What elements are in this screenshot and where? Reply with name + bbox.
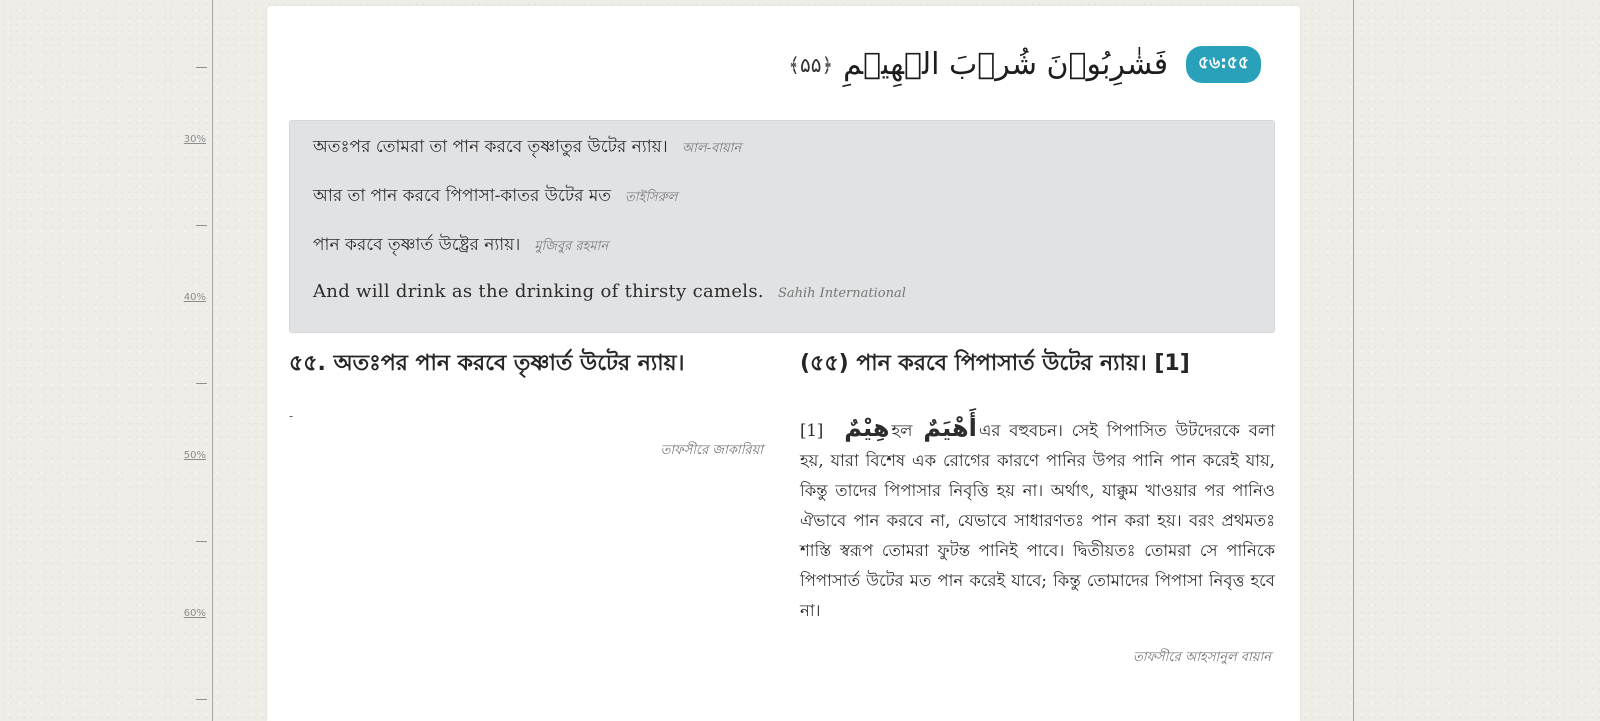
footnote-marker[interactable]: [1]: [800, 421, 823, 440]
tafsir-zakaria: ৫৫. অতঃপর পান করবে তৃষ্ণার্ত উটের ন্যায়…: [289, 346, 763, 462]
ayah-header: ৫৬:৫৫ فَشٰرِبُوۡنَ شُرۡبَ الۡهِیۡمِ ﴿۵۵﴾: [788, 46, 1261, 83]
arabic-root-word: أَهْيَمٌ: [923, 414, 977, 442]
ayah-number-badge[interactable]: ৫৬:৫৫: [1186, 46, 1261, 83]
translation-row: অতঃপর তোমরা তা পান করবে তৃষ্ণাতুর উটের ন…: [290, 134, 1274, 183]
ruler-tick: [196, 541, 207, 542]
ruler-label-50[interactable]: 50%: [184, 450, 206, 461]
tafsir-title: (৫৫) পান করবে পিপাসার্ত উটের ন্যায়। [1]: [800, 351, 1190, 376]
translation-source: Sahih International: [777, 286, 906, 301]
ruler-tick: [196, 699, 207, 700]
translation-row: And will drink as the drinking of thirst…: [290, 281, 1274, 330]
ruler-label-30[interactable]: 30%: [184, 134, 206, 145]
tafsir-body: [1] هِيْمٌ হল أَهْيَمٌ এর বহুবচন। সেই পিপা…: [800, 413, 1275, 626]
arabic-verse-text: فَشٰرِبُوۡنَ شُرۡبَ الۡهِیۡمِ: [843, 46, 1169, 82]
translation-text: পান করবে তৃষ্ণার্ত উষ্ট্রের ন্যায়।: [313, 235, 521, 255]
ruler-tick: [196, 383, 207, 384]
translation-text: অতঃপর তোমরা তা পান করবে তৃষ্ণাতুর উটের ন…: [313, 137, 668, 157]
ruler-tick: [196, 67, 207, 68]
translation-text-english: And will drink as the drinking of thirst…: [313, 281, 764, 302]
word-link-text: হল: [891, 421, 913, 440]
translation-text: আর তা পান করবে পিপাসা-কাতর উটের মত: [313, 186, 612, 206]
tafsir-ahsanul-bayan: (৫৫) পান করবে পিপাসার্ত উটের ন্যায়। [1]…: [800, 346, 1275, 669]
translation-source: আল-বায়ান: [681, 141, 742, 156]
page-edge-line: [1353, 0, 1354, 721]
tafsir-source: তাফসীরে জাকারিয়া: [660, 443, 763, 458]
ruler-tick: [196, 225, 207, 226]
margin-ruler-line: [212, 0, 213, 721]
arabic-word: هِيْمٌ: [844, 414, 890, 442]
translation-source: মুজিবুর রহমান: [534, 239, 609, 254]
translation-row: পান করবে তৃষ্ণার্ত উষ্ট্রের ন্যায়। মুজি…: [290, 232, 1274, 281]
translation-source: তাইসিরুল: [625, 190, 678, 205]
ruler-label-60[interactable]: 60%: [184, 608, 206, 619]
translations-box: অতঃপর তোমরা তা পান করবে তৃষ্ণাতুর উটের ন…: [289, 120, 1275, 333]
verse-end-marker: ﴿۵۵﴾: [788, 52, 834, 77]
ruler-label-40[interactable]: 40%: [184, 292, 206, 303]
tafsir-body: -: [289, 409, 294, 423]
tafsir-source: তাফসীরে আহসানুল বায়ান: [1133, 650, 1271, 665]
translation-row: আর তা পান করবে পিপাসা-কাতর উটের মত তাইসি…: [290, 183, 1274, 232]
tafsir-body-text: এর বহুবচন। সেই পিপাসিত উটদেরকে বলা হয়, …: [800, 421, 1275, 620]
ayah-card: ৫৬:৫৫ فَشٰرِبُوۡنَ شُرۡبَ الۡهِیۡمِ ﴿۵۵﴾…: [267, 6, 1300, 721]
tafsir-title: ৫৫. অতঃপর পান করবে তৃষ্ণার্ত উটের ন্যায়…: [289, 351, 685, 376]
